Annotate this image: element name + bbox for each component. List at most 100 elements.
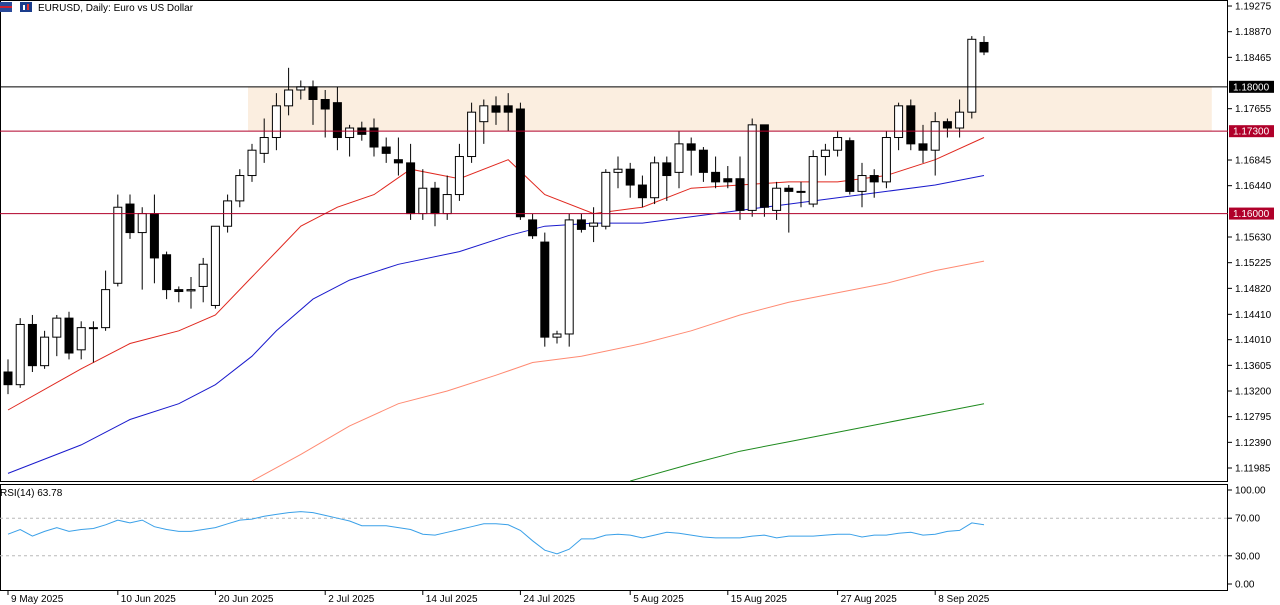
candle[interactable] — [601, 169, 611, 230]
candle[interactable] — [540, 232, 550, 347]
candle[interactable] — [479, 99, 489, 144]
candle[interactable] — [345, 124, 355, 157]
candle[interactable] — [235, 169, 245, 208]
candle[interactable] — [198, 257, 208, 303]
candle[interactable] — [979, 36, 989, 56]
candle[interactable] — [27, 314, 37, 372]
candle[interactable] — [894, 102, 904, 151]
candle-body — [564, 219, 574, 335]
price-tag-label: 1.16000 — [1233, 209, 1270, 220]
price-tag: 1.18000 — [1229, 80, 1274, 93]
candle[interactable] — [149, 194, 159, 284]
candle[interactable] — [113, 194, 123, 287]
candle-body — [528, 219, 538, 237]
candle[interactable] — [662, 156, 672, 201]
candle[interactable] — [808, 150, 818, 208]
time-axis: 9 May 2025 10 Jun 2025 20 Jun 2025 2 Jul 20… — [7, 591, 990, 605]
candle-body — [52, 317, 62, 338]
candle[interactable] — [845, 137, 855, 195]
candle[interactable] — [613, 156, 623, 189]
candle[interactable] — [64, 311, 74, 360]
price-tag-label: 1.17300 — [1233, 127, 1270, 138]
candle[interactable] — [576, 213, 586, 233]
candle[interactable] — [906, 99, 916, 151]
candle[interactable] — [210, 225, 220, 309]
candle-body — [320, 98, 330, 110]
price-tick-label: 1.12390 — [1235, 438, 1272, 449]
candle[interactable] — [796, 181, 806, 208]
candle[interactable] — [174, 286, 184, 303]
candle[interactable] — [162, 251, 172, 300]
candle[interactable] — [625, 162, 635, 198]
time-tick-label: 27 Aug 2025 — [841, 594, 898, 605]
candle-body — [650, 162, 660, 199]
candle[interactable] — [101, 270, 111, 331]
candle-body — [808, 156, 818, 205]
candle-body — [308, 86, 318, 100]
price-chart[interactable]: 1.19275 1.18870 1.18465 1.17655 1.16845 1.164… — [0, 0, 1280, 605]
candle[interactable] — [381, 137, 391, 163]
candle[interactable] — [515, 102, 525, 220]
candle[interactable] — [406, 143, 416, 220]
chart-type-icon — [20, 2, 32, 12]
candle[interactable] — [88, 321, 98, 363]
candle-body — [479, 105, 489, 123]
candle-body — [967, 38, 977, 113]
candle[interactable] — [698, 147, 708, 182]
candle[interactable] — [247, 143, 257, 182]
candle[interactable] — [650, 156, 660, 205]
candle[interactable] — [418, 169, 428, 220]
candle-body — [381, 146, 391, 154]
candle[interactable] — [40, 330, 50, 369]
candle[interactable] — [674, 131, 684, 189]
candle[interactable] — [881, 131, 891, 189]
candle[interactable] — [15, 318, 25, 388]
candle-body — [64, 317, 74, 354]
candle[interactable] — [833, 131, 843, 157]
candle[interactable] — [784, 185, 794, 233]
candle-body — [955, 111, 965, 129]
candle-body — [332, 102, 342, 139]
candle[interactable] — [857, 162, 867, 208]
candle-body — [552, 333, 562, 338]
candle[interactable] — [186, 276, 196, 309]
candle[interactable] — [637, 175, 647, 208]
candle[interactable] — [393, 137, 403, 176]
candle[interactable] — [137, 207, 147, 290]
candle[interactable] — [711, 156, 721, 189]
candle[interactable] — [3, 359, 13, 395]
candle[interactable] — [552, 330, 562, 344]
candle[interactable] — [125, 194, 135, 239]
candle[interactable] — [967, 36, 977, 119]
candle[interactable] — [467, 102, 477, 163]
candle-body — [88, 327, 98, 330]
price-tick-label: 1.16845 — [1235, 156, 1272, 167]
time-tick-label: 24 Jul 2025 — [523, 594, 575, 605]
candle[interactable] — [759, 124, 769, 217]
rsi-levels — [0, 517, 1228, 557]
candle[interactable] — [528, 213, 538, 239]
candle[interactable] — [930, 112, 940, 176]
candle-body — [442, 194, 452, 215]
candle[interactable] — [735, 156, 745, 220]
candle-body — [125, 203, 135, 234]
candle-body — [210, 225, 220, 306]
candle[interactable] — [723, 166, 733, 189]
candle[interactable] — [454, 143, 464, 201]
candle[interactable] — [52, 314, 62, 357]
candle-body — [930, 121, 940, 151]
candle[interactable] — [430, 181, 440, 227]
candle[interactable] — [76, 321, 86, 360]
candle[interactable] — [942, 118, 952, 138]
candle[interactable] — [772, 181, 782, 220]
rsi-tick-label: 30.00 — [1235, 551, 1260, 562]
candle-body — [345, 127, 355, 139]
candle[interactable] — [820, 143, 830, 176]
candle-body — [27, 323, 37, 367]
moving-averages — [7, 137, 985, 482]
candle[interactable] — [564, 213, 574, 347]
candle[interactable] — [747, 118, 757, 217]
candle-body — [406, 162, 416, 215]
rsi-line — [7, 511, 985, 555]
candle[interactable] — [686, 137, 696, 176]
